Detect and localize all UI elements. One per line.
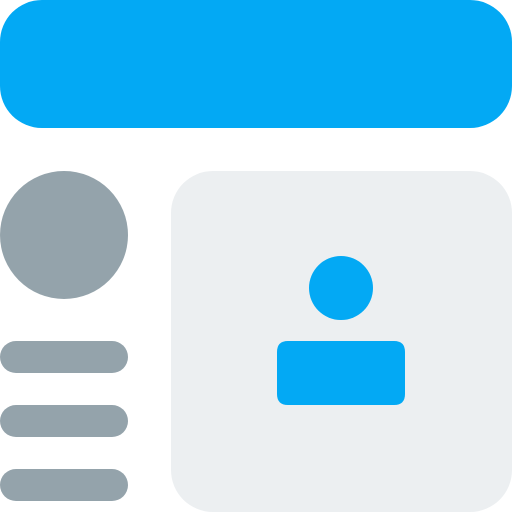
- avatar-circle: [0, 171, 128, 299]
- profile-panel: [171, 171, 512, 512]
- text-line-3: [0, 469, 128, 501]
- text-line-1: [0, 341, 128, 373]
- text-line-2: [0, 405, 128, 437]
- header-bar: [0, 0, 512, 128]
